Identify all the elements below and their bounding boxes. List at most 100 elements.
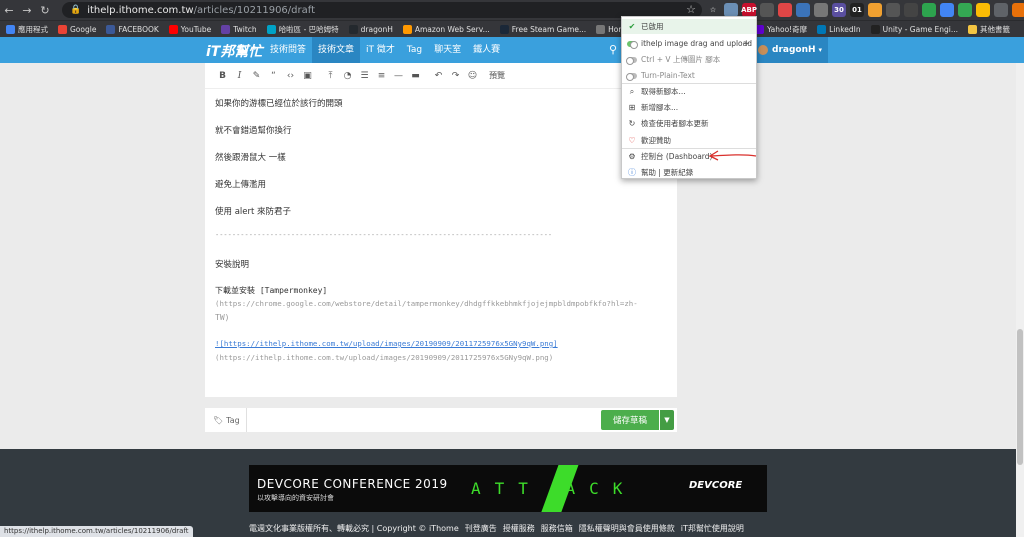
menu-check-updates[interactable]: ↻ 檢查使用者腳本更新 — [622, 116, 756, 131]
menu-get-new-scripts[interactable]: ⌕ 取得新腳本... — [622, 84, 756, 99]
emoji-icon[interactable]: ☺ — [464, 71, 481, 81]
nav-item[interactable]: 技術文章 — [312, 37, 361, 63]
menu-script-ctrl-v-upload[interactable]: Ctrl + V 上傳圖片 腳本 — [622, 52, 756, 67]
footer-link[interactable]: 刊登廣告 — [465, 524, 497, 533]
menu-item-label: Turn-Plain-Text — [641, 71, 695, 80]
plus-icon[interactable]: + — [742, 39, 750, 49]
bookmark-favicon-icon — [168, 24, 178, 34]
extension-icon[interactable] — [904, 3, 918, 17]
extension-icon[interactable] — [940, 3, 954, 17]
bookmark-item[interactable]: Free Steam Game... — [499, 24, 586, 34]
toggle-icon[interactable] — [626, 56, 637, 65]
extension-icon[interactable] — [724, 3, 738, 17]
bookmark-item[interactable]: YouTube — [168, 24, 211, 34]
list-ul-icon[interactable]: ☰ — [356, 71, 373, 81]
url-path: /articles/10211906/draft — [193, 4, 316, 16]
nav-item[interactable]: iT 徵才 — [360, 37, 401, 63]
footer-link[interactable]: iT邦幫忙使用說明 — [681, 524, 744, 533]
text-line: (https://ithelp.ithome.com.tw/upload/ima… — [215, 353, 554, 362]
menu-help-changelog[interactable]: ⓘ 幫助 | 更新紀錄 — [622, 165, 756, 180]
bookmarks-bar: 應用程式 Google FACEBOOK YouTube Twitch 哈啦區 - 巴哈姆… — [0, 20, 1024, 37]
extension-icon[interactable] — [886, 3, 900, 17]
scrollbar-thumb[interactable] — [1017, 329, 1023, 465]
text-line-content: 使用 alert 來防君子 — [215, 207, 292, 217]
gear-icon: ⚙ — [628, 152, 636, 161]
bookmark-item[interactable]: dragonH — [348, 24, 393, 34]
back-icon[interactable]: ← — [0, 4, 18, 17]
extension-icon[interactable] — [958, 3, 972, 17]
bookmark-item[interactable]: Google — [58, 24, 96, 34]
search-icon[interactable]: ⚲ — [609, 43, 617, 56]
code-icon[interactable]: ‹› — [282, 71, 299, 81]
undo-icon[interactable]: ↶ — [430, 71, 447, 81]
bookmark-item[interactable]: LinkedIn — [817, 25, 861, 34]
site-footer: DEVCORE CONFERENCE 2019 以攻擊導向的資安研討會 ATT … — [0, 449, 1016, 537]
nav-item[interactable]: 鐵人賽 — [467, 37, 506, 63]
extensions-area: ☆ ABP 30 01 — [706, 3, 1024, 17]
save-options-chevron-icon[interactable]: ▼ — [660, 410, 674, 430]
bookmark-label: LinkedIn — [829, 25, 861, 34]
bookmark-item[interactable]: 哈啦區 - 巴哈姆特 — [266, 24, 339, 35]
other-bookmarks[interactable]: 其他書籤 — [968, 24, 1010, 35]
list-ol-icon[interactable]: ≡ — [373, 71, 390, 81]
bookmark-item[interactable]: 應用程式 — [6, 24, 48, 35]
edit-icon[interactable]: ✎ — [248, 71, 265, 81]
bookmark-star-icon[interactable]: ☆ — [686, 3, 696, 16]
toggle-icon[interactable] — [626, 72, 637, 81]
hr-icon[interactable]: — — [390, 71, 407, 81]
nav-item[interactable]: 聊天室 — [428, 37, 467, 63]
footer-link[interactable]: 授權服務 — [503, 524, 535, 533]
bold-icon[interactable]: B — [214, 71, 231, 81]
footer-link[interactable]: 服務信箱 — [541, 524, 573, 533]
site-logo[interactable]: iT邦幫忙 — [206, 41, 262, 61]
redo-icon[interactable]: ↷ — [447, 71, 464, 81]
forward-icon[interactable]: → — [18, 4, 36, 17]
page-scrollbar[interactable] — [1016, 63, 1024, 537]
upload-icon[interactable]: ⤒ — [322, 71, 339, 81]
extension-icon[interactable] — [922, 3, 936, 17]
footer-link[interactable]: 隱私權聲明與會員使用條款 — [579, 524, 675, 533]
address-bar[interactable]: 🔒 ithelp.ithome.com.tw /articles/1021190… — [62, 2, 702, 18]
toggle-icon[interactable] — [627, 40, 638, 49]
extension-icon[interactable]: ☆ — [706, 3, 720, 17]
bookmark-label: Yahoo!奇摩 — [767, 25, 808, 34]
save-draft-button[interactable]: 儲存草稿 — [601, 410, 659, 430]
extension-icon[interactable]: 30 — [832, 3, 846, 17]
menu-script-ithelp-drag-upload[interactable]: ithelp image drag and upload + — [622, 36, 756, 51]
extension-icon[interactable]: 01 — [850, 3, 864, 17]
reload-icon[interactable]: ↻ — [36, 4, 54, 17]
bookmark-item[interactable]: Amazon Web Serv... — [402, 24, 490, 34]
extension-icon[interactable] — [760, 3, 774, 17]
extension-icon[interactable]: ABP — [741, 3, 757, 17]
italic-icon[interactable]: I — [231, 71, 248, 81]
bookmark-item[interactable]: Yahoo!奇摩 — [755, 24, 807, 35]
extension-icon[interactable] — [868, 3, 882, 17]
menu-add-script[interactable]: ⊞ 新增腳本... — [622, 100, 756, 115]
quote-icon[interactable]: “ — [265, 71, 282, 81]
text-line: 就不會錯過幫你換行 — [215, 126, 292, 136]
extension-icon[interactable] — [778, 3, 792, 17]
menu-donate[interactable]: ♡ 歡迎贊助 — [622, 133, 756, 148]
bookmark-item[interactable]: Twitch — [221, 24, 257, 34]
nav-item[interactable]: 技術問答 — [264, 37, 312, 63]
image-icon[interactable]: ▣ — [299, 71, 316, 81]
extension-icon[interactable] — [796, 3, 810, 17]
extension-icon[interactable] — [976, 3, 990, 17]
bookmark-item[interactable]: FACEBOOK — [106, 24, 159, 34]
extension-icon[interactable] — [1012, 3, 1024, 17]
bookmark-item[interactable]: Unity - Game Engi... — [870, 25, 958, 34]
extension-icon[interactable] — [814, 3, 828, 17]
user-menu[interactable]: dragonH ▾ — [754, 37, 829, 63]
menu-enabled[interactable]: ✔ 已啟用 — [622, 19, 756, 34]
bookmark-favicon-icon — [266, 24, 276, 34]
preview-button[interactable]: 預覽 — [489, 70, 505, 81]
tag-input[interactable]: 🏷 Tag — [205, 408, 247, 432]
chart-icon[interactable]: ◔ — [339, 71, 356, 81]
menu-item-label: Ctrl + V 上傳圖片 腳本 — [641, 55, 721, 64]
devcore-banner[interactable]: DEVCORE CONFERENCE 2019 以攻擊導向的資安研討會 ATT … — [249, 465, 767, 512]
extension-icon[interactable] — [994, 3, 1008, 17]
nav-item[interactable]: Tag — [401, 37, 428, 63]
block-icon[interactable]: ▬ — [407, 71, 424, 81]
menu-script-turn-plain-text[interactable]: Turn-Plain-Text — [622, 68, 756, 83]
image-link-line: ![https://ithelp.ithome.com.tw/upload/im… — [215, 339, 558, 348]
